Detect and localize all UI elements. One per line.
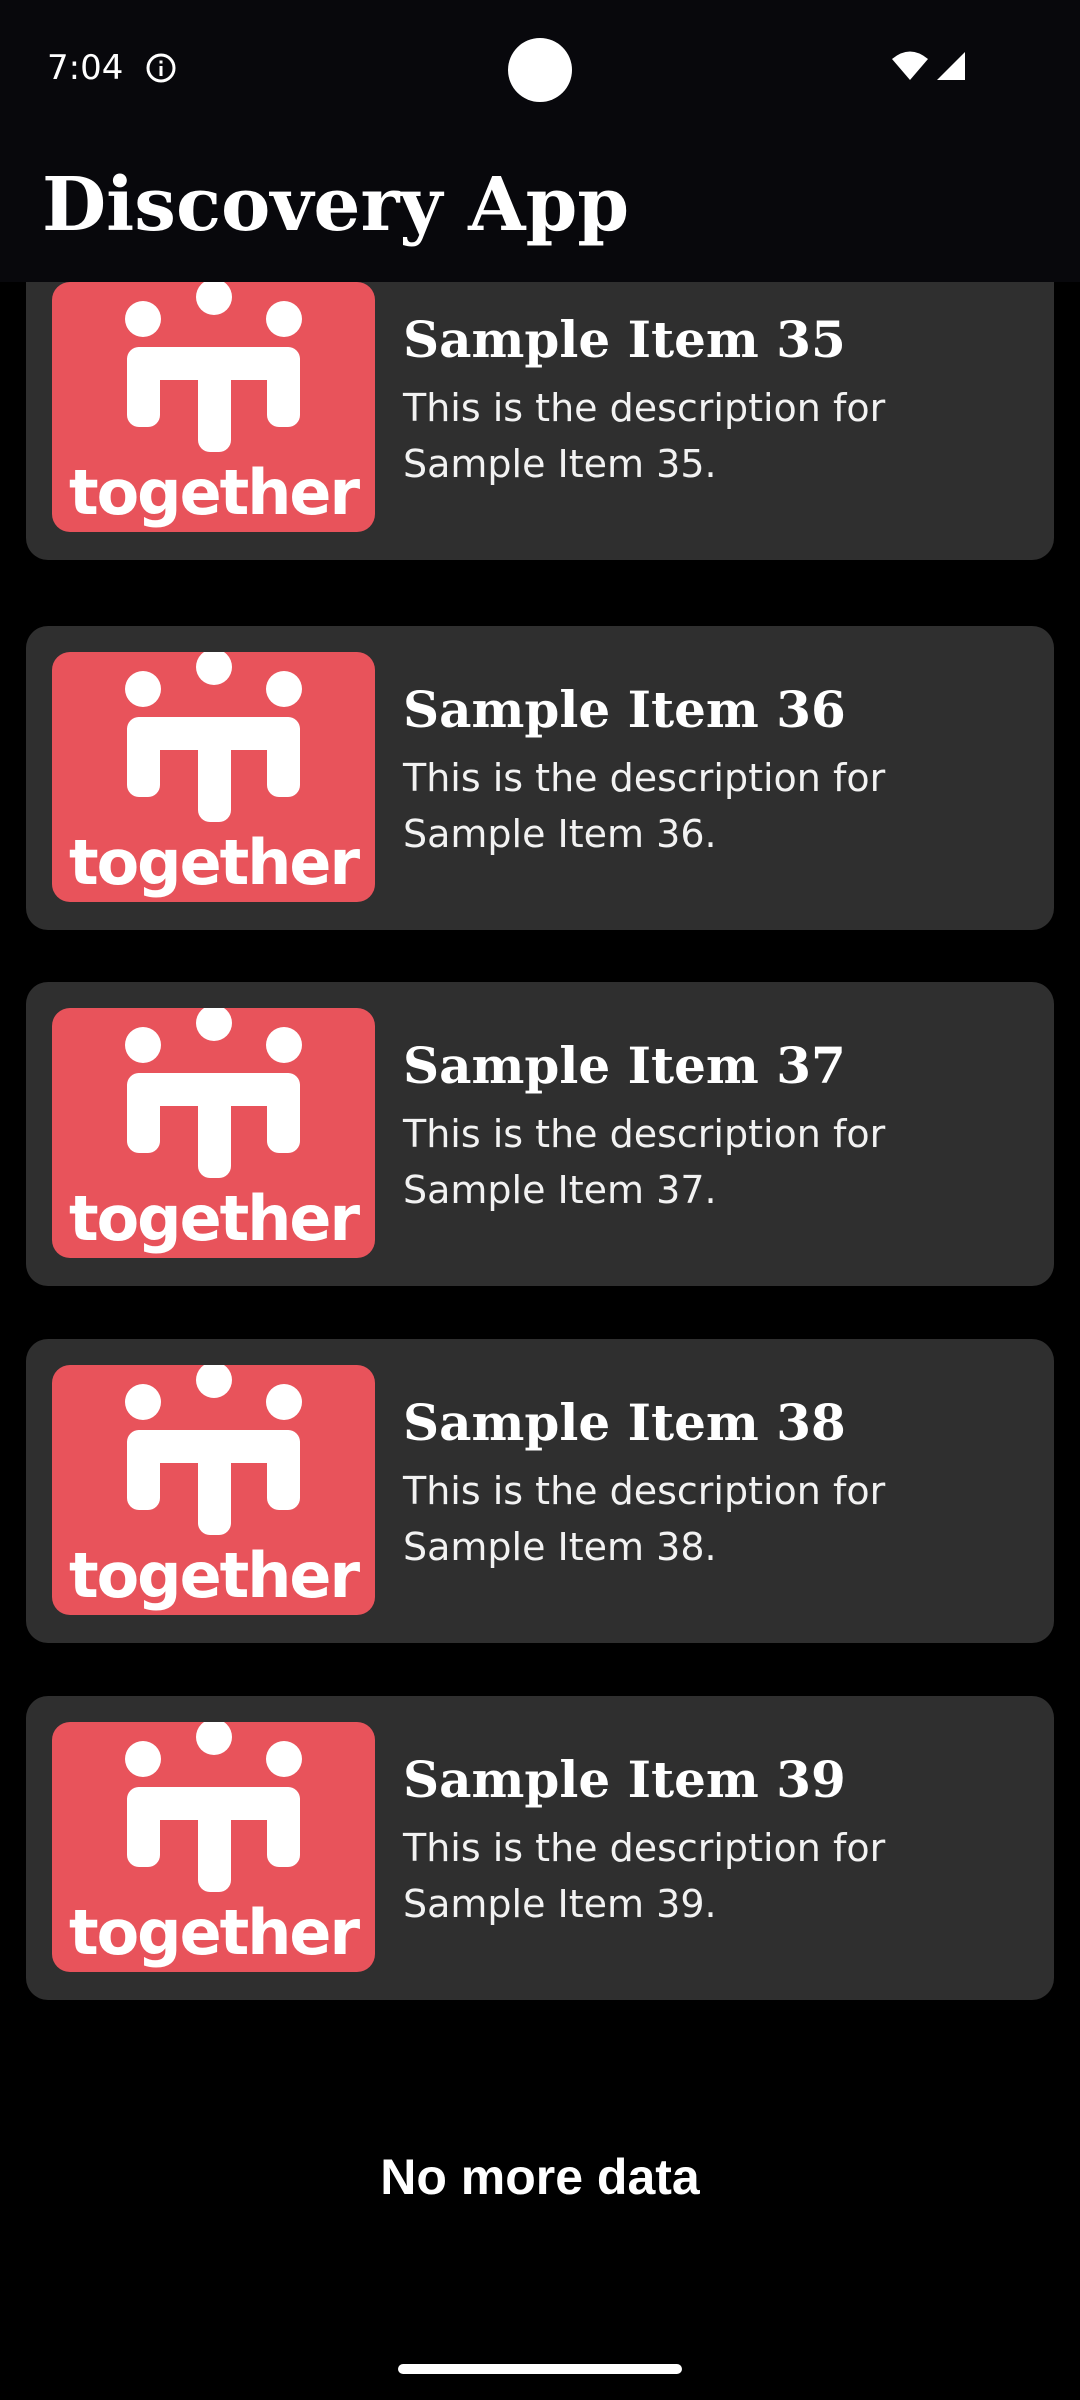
item-description: This is the description for Sample Item … — [403, 1469, 886, 1569]
list-item[interactable]: together Sample Item 38 This is the desc… — [26, 1339, 1054, 1643]
thumbnail-text: together — [68, 456, 360, 529]
info-icon — [146, 53, 176, 83]
home-indicator[interactable] — [398, 2364, 682, 2374]
item-title: Sample Item 35 — [403, 310, 846, 369]
together-logo-icon: together — [52, 1008, 375, 1258]
camera-cutout — [508, 38, 572, 102]
list-item[interactable]: together Sample Item 37 This is the desc… — [26, 982, 1054, 1286]
item-title: Sample Item 36 — [403, 680, 846, 739]
item-description: This is the description for Sample Item … — [403, 756, 886, 856]
end-of-list-message: No more data — [380, 2149, 700, 2205]
item-description: This is the description for Sample Item … — [403, 1826, 886, 1926]
together-logo-icon: together — [52, 282, 375, 532]
item-title: Sample Item 38 — [403, 1393, 846, 1452]
item-description: This is the description for Sample Item … — [403, 386, 886, 486]
together-logo-icon: together — [52, 1722, 375, 1972]
together-logo-icon: together — [52, 652, 375, 902]
item-description: This is the description for Sample Item … — [403, 1112, 886, 1212]
thumbnail-text: together — [68, 1896, 360, 1969]
page-title: Discovery App — [42, 162, 630, 248]
signal-icon — [937, 52, 965, 80]
item-list[interactable]: together Sample Item 35 This is the desc… — [0, 282, 1080, 2062]
item-title: Sample Item 37 — [403, 1036, 846, 1095]
list-item[interactable]: together Sample Item 36 This is the desc… — [26, 626, 1054, 930]
thumbnail-text: together — [68, 1182, 360, 1255]
status-bar: 7:04 — [0, 0, 1080, 140]
wifi-icon — [892, 51, 928, 80]
thumbnail-text: together — [68, 826, 360, 899]
status-time: 7:04 — [47, 48, 124, 88]
list-item[interactable]: together Sample Item 35 This is the desc… — [26, 282, 1054, 560]
thumbnail-text: together — [68, 1539, 360, 1612]
item-title: Sample Item 39 — [403, 1750, 846, 1809]
list-item[interactable]: together Sample Item 39 This is the desc… — [26, 1696, 1054, 2000]
together-logo-icon: together — [52, 1365, 375, 1615]
